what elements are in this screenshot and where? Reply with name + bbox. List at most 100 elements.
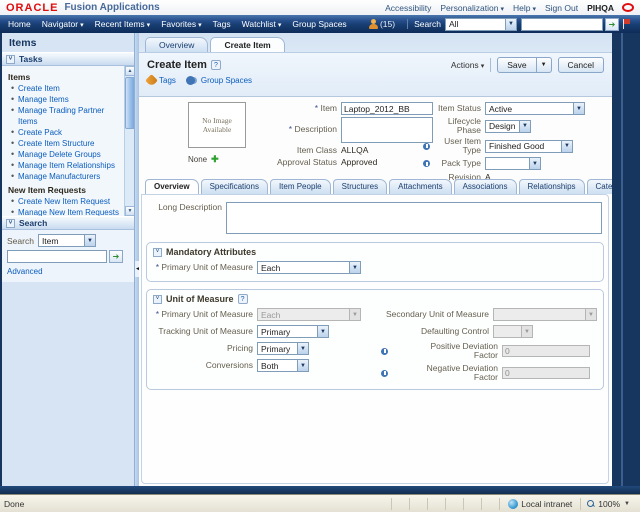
task-link-manage-delete-groups[interactable]: Manage Delete Groups bbox=[18, 150, 101, 159]
secondary-uom-label: Secondary Unit of Measure bbox=[381, 310, 493, 319]
chevron-down-icon[interactable]: ▼ bbox=[505, 19, 516, 30]
menu-group-spaces[interactable]: Group Spaces bbox=[292, 19, 346, 29]
tab-specifications[interactable]: Specifications bbox=[201, 179, 268, 194]
tasks-panel-header[interactable]: Tasks bbox=[2, 52, 134, 66]
description-label: Description bbox=[255, 117, 341, 134]
description-input[interactable] bbox=[341, 117, 433, 143]
chevron-down-icon[interactable]: ▼ bbox=[573, 103, 584, 114]
page-bottom-border bbox=[0, 486, 640, 494]
chevron-down-icon[interactable]: ▼ bbox=[519, 121, 530, 132]
tracking-uom-label: Tracking Unit of Measure bbox=[153, 327, 257, 336]
info-icon bbox=[423, 143, 430, 150]
chevron-down-icon[interactable]: ▼ bbox=[624, 501, 630, 507]
sign-out-link[interactable]: Sign Out bbox=[545, 3, 578, 13]
task-link-create-pack[interactable]: Create Pack bbox=[18, 128, 62, 137]
menu-recent-items[interactable]: Recent Items bbox=[95, 19, 151, 29]
actions-menu[interactable]: Actions bbox=[451, 60, 484, 70]
global-menubar: Home Navigator Recent Items Favorites Ta… bbox=[0, 15, 640, 33]
chevron-down-icon[interactable]: ▼ bbox=[297, 343, 308, 354]
pack-type-select[interactable]: ▼ bbox=[485, 157, 541, 170]
list-item: Create Item bbox=[8, 83, 124, 94]
menu-home[interactable]: Home bbox=[8, 19, 31, 29]
advanced-search-link[interactable]: Advanced bbox=[7, 267, 43, 276]
tracking-uom-select[interactable]: Primary ▼ bbox=[257, 325, 329, 338]
menu-favorites[interactable]: Favorites bbox=[161, 19, 201, 29]
personalization-menu[interactable]: Personalization bbox=[440, 3, 504, 13]
long-description-input[interactable] bbox=[226, 202, 602, 234]
list-item: Create Item Structure bbox=[8, 138, 124, 149]
tab-item-people[interactable]: Item People bbox=[270, 179, 331, 194]
tab-structures[interactable]: Structures bbox=[333, 179, 387, 194]
region-tab-create-item[interactable]: Create Item bbox=[210, 37, 284, 52]
global-search-go-icon[interactable] bbox=[605, 18, 619, 31]
chevron-down-icon[interactable]: ▼ bbox=[529, 158, 540, 169]
tags-link[interactable]: Tags bbox=[159, 76, 176, 85]
menu-navigator[interactable]: Navigator bbox=[42, 19, 84, 29]
task-link-manage-new-item-requests[interactable]: Manage New Item Requests bbox=[18, 208, 119, 216]
search-panel-header[interactable]: Search bbox=[2, 216, 134, 230]
notification-count[interactable]: (15) bbox=[380, 19, 395, 29]
collapse-icon[interactable] bbox=[6, 219, 15, 228]
flag-icon[interactable] bbox=[623, 19, 632, 29]
sidebar-search-label: Search bbox=[7, 236, 34, 246]
chevron-down-icon[interactable]: ▼ bbox=[349, 262, 360, 273]
global-search-input[interactable] bbox=[521, 18, 603, 31]
user-item-type-select[interactable]: Finished Good ▼ bbox=[485, 140, 573, 153]
collapse-icon[interactable] bbox=[153, 248, 162, 257]
save-button[interactable]: Save bbox=[497, 57, 536, 73]
help-icon[interactable] bbox=[238, 294, 248, 304]
task-link-manage-item-relationships[interactable]: Manage Item Relationships bbox=[18, 161, 115, 170]
task-link-create-item[interactable]: Create Item bbox=[18, 84, 60, 93]
list-item: Manage Manufacturers bbox=[8, 171, 124, 182]
cancel-button[interactable]: Cancel bbox=[558, 57, 604, 73]
menu-tags[interactable]: Tags bbox=[213, 19, 231, 29]
notifications-icon[interactable] bbox=[369, 19, 378, 29]
tasks-scrollbar[interactable]: ▲ ▼ bbox=[124, 66, 134, 216]
accessibility-link[interactable]: Accessibility bbox=[385, 3, 431, 13]
lifecycle-phase-select[interactable]: Design ▼ bbox=[485, 120, 531, 133]
application-window: ORACLE Fusion Applications Accessibility… bbox=[0, 0, 640, 512]
primary-uom-select[interactable]: Each ▼ bbox=[257, 261, 361, 274]
oracle-o-icon bbox=[622, 3, 634, 12]
collapse-icon[interactable] bbox=[6, 55, 15, 64]
scroll-up-icon[interactable]: ▲ bbox=[125, 66, 134, 76]
list-item: Manage Item Relationships bbox=[8, 160, 124, 171]
task-link-manage-items[interactable]: Manage Items bbox=[18, 95, 69, 104]
tab-relationships[interactable]: Relationships bbox=[519, 179, 585, 194]
save-dropdown-icon[interactable]: ▼ bbox=[537, 57, 552, 73]
conversions-select[interactable]: Both ▼ bbox=[257, 359, 309, 372]
tab-associations[interactable]: Associations bbox=[454, 179, 517, 194]
sidebar-search-scope-select[interactable]: Item ▼ bbox=[38, 234, 96, 247]
task-link-create-item-structure[interactable]: Create Item Structure bbox=[18, 139, 94, 148]
sidebar-search-go-icon[interactable] bbox=[109, 250, 123, 263]
user-item-type-label: User Item Type bbox=[432, 137, 485, 155]
collapse-icon[interactable] bbox=[153, 295, 162, 304]
task-link-manage-manufacturers[interactable]: Manage Manufacturers bbox=[18, 172, 100, 181]
list-item: Manage Trading Partner Items bbox=[8, 105, 124, 127]
zoom-control[interactable]: 100% ▼ bbox=[580, 498, 636, 510]
scrollbar-thumb[interactable] bbox=[125, 77, 134, 129]
chevron-down-icon[interactable]: ▼ bbox=[297, 360, 308, 371]
chevron-down-icon[interactable]: ▼ bbox=[84, 235, 95, 246]
region-tab-overview[interactable]: Overview bbox=[145, 37, 208, 52]
menu-watchlist[interactable]: Watchlist bbox=[242, 19, 282, 29]
pricing-select[interactable]: Primary ▼ bbox=[257, 342, 309, 355]
help-icon[interactable] bbox=[211, 60, 221, 70]
item-input[interactable] bbox=[341, 102, 433, 115]
item-status-label: Item Status bbox=[423, 104, 485, 113]
chevron-down-icon[interactable]: ▼ bbox=[317, 326, 328, 337]
item-status-select[interactable]: Active ▼ bbox=[485, 102, 585, 115]
global-search-scope-select[interactable]: All ▼ bbox=[445, 18, 517, 31]
pack-type-label: Pack Type bbox=[432, 159, 485, 168]
task-link-manage-trading-partner-items[interactable]: Manage Trading Partner Items bbox=[18, 106, 104, 126]
task-link-create-new-item-request[interactable]: Create New Item Request bbox=[18, 197, 110, 206]
sidebar-search-input[interactable] bbox=[7, 250, 107, 263]
tab-attachments[interactable]: Attachments bbox=[389, 179, 451, 194]
help-menu[interactable]: Help bbox=[513, 3, 536, 13]
add-attachment-icon[interactable]: ✚ bbox=[211, 154, 219, 165]
chevron-down-icon[interactable]: ▼ bbox=[561, 141, 572, 152]
approval-status-value: Approved bbox=[341, 157, 377, 167]
tab-overview[interactable]: Overview bbox=[145, 179, 199, 194]
scroll-down-icon[interactable]: ▼ bbox=[125, 206, 134, 216]
group-spaces-link[interactable]: Group Spaces bbox=[201, 76, 252, 85]
